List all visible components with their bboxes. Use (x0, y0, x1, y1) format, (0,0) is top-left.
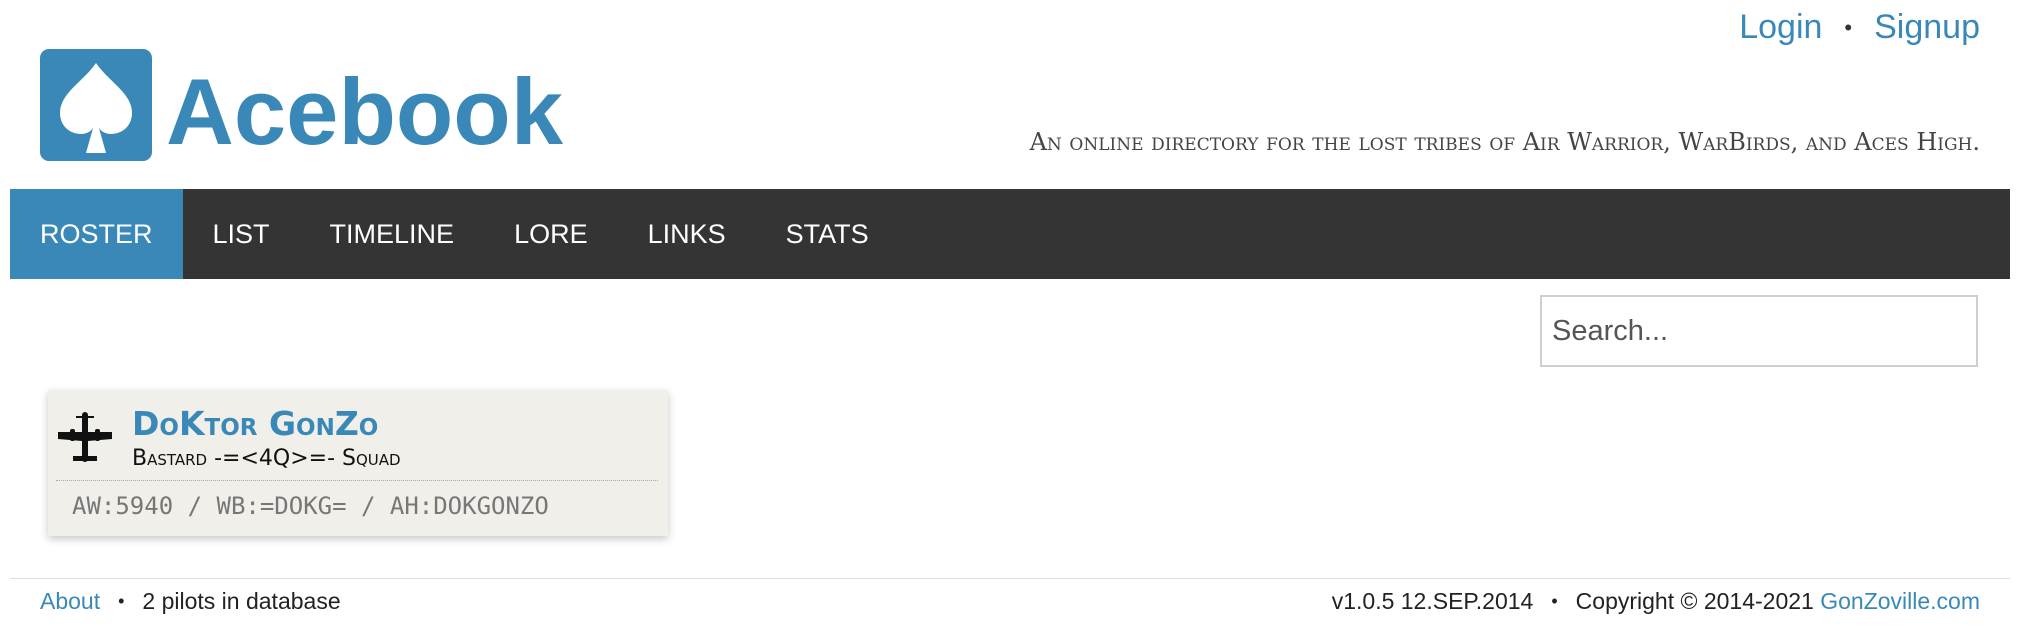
brand-title[interactable]: Acebook (166, 56, 563, 168)
search-input[interactable] (1540, 295, 1978, 367)
footer-separator: • (1551, 591, 1558, 611)
pilot-count: 2 pilots in database (142, 588, 341, 614)
spade-logo-icon[interactable] (40, 49, 152, 161)
plane-icon (56, 410, 114, 468)
auth-separator: • (1844, 14, 1853, 40)
version-text: v1.0.5 12.SEP.2014 (1331, 588, 1534, 614)
footer-separator: • (118, 591, 125, 611)
footer-divider (10, 578, 2010, 579)
pilot-handles: AW:5940 / WB:=DOKG= / AH:DOKGONZO (72, 492, 549, 520)
footer-left: About • 2 pilots in database (40, 588, 341, 615)
tagline: An online directory for the lost tribes … (1029, 128, 1980, 156)
main-nav: ROSTER LIST TIMELINE LORE LINKS STATS (10, 189, 2010, 279)
copyright-text: Copyright © 2014-2021 (1575, 588, 1814, 614)
signup-link[interactable]: Signup (1874, 8, 1980, 47)
login-link[interactable]: Login (1739, 8, 1822, 47)
nav-stats[interactable]: STATS (756, 189, 899, 279)
auth-links: Login • Signup (1739, 8, 1980, 47)
pilot-name-link[interactable]: DoKtor GonZo (132, 404, 378, 443)
site-link[interactable]: GonZoville.com (1820, 588, 1980, 615)
nav-links[interactable]: LINKS (618, 189, 756, 279)
card-divider (56, 480, 658, 481)
nav-roster[interactable]: ROSTER (10, 189, 183, 279)
pilot-card[interactable]: DoKtor GonZo Bastard -=<4Q>=- Squad AW:5… (48, 390, 668, 536)
footer-right: v1.0.5 12.SEP.2014 • Copyright © 2014-20… (1332, 588, 1980, 615)
nav-timeline[interactable]: TIMELINE (300, 189, 485, 279)
nav-lore[interactable]: LORE (484, 189, 618, 279)
nav-list[interactable]: LIST (183, 189, 300, 279)
about-link[interactable]: About (40, 588, 100, 615)
pilot-squad: Bastard -=<4Q>=- Squad (132, 446, 401, 471)
